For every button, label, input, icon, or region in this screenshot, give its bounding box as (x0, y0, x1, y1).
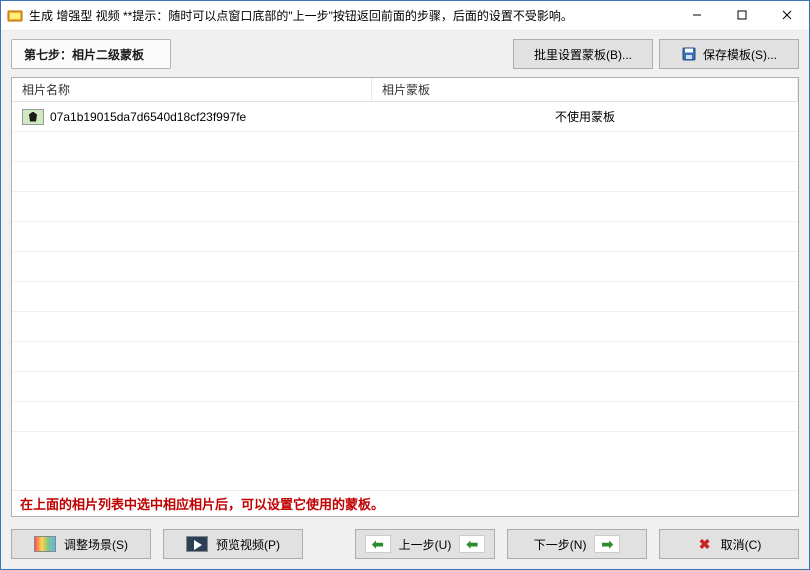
prev-arrow-icon: ⬅ (365, 535, 391, 553)
cancel-label: 取消(C) (721, 536, 762, 553)
preview-video-button[interactable]: 预览视频(P) (163, 529, 303, 559)
photo-list: 相片名称 相片蒙板 07a1b19015da7d6540d18cf23f997f… (12, 78, 798, 490)
window-controls (674, 1, 809, 30)
list-header: 相片名称 相片蒙板 (12, 78, 798, 102)
save-template-button[interactable]: 保存模板(S)... (659, 39, 799, 69)
cancel-x-icon: ✖ (697, 536, 713, 552)
table-row[interactable]: 07a1b19015da7d6540d18cf23f997fe 不使用蒙板 (12, 102, 798, 132)
prev-step-button[interactable]: ⬅ 上一步(U) ⬅ (355, 529, 495, 559)
save-template-label: 保存模板(S)... (703, 46, 777, 63)
next-step-label: 下一步(N) (534, 536, 587, 553)
next-arrow-icon: ➡ (594, 535, 620, 553)
cell-mask: 不使用蒙板 (372, 108, 798, 125)
prev-step-label: 上一步(U) (399, 536, 452, 553)
hint-text: 在上面的相片列表中选中相应相片后，可以设置它使用的蒙板。 (12, 490, 798, 516)
titlebar: 生成 增强型 视频 **提示：随时可以点窗口底部的"上一步"按钮返回前面的步骤，… (1, 1, 809, 31)
close-button[interactable] (764, 1, 809, 29)
col-header-mask[interactable]: 相片蒙板 (372, 78, 798, 101)
top-row: 第七步：相片二级蒙板 批里设置蒙板(B)... 保存模板(S)... (11, 39, 799, 69)
minimize-button[interactable] (674, 1, 719, 29)
cell-name: 07a1b19015da7d6540d18cf23f997fe (12, 109, 372, 125)
content-area: 第七步：相片二级蒙板 批里设置蒙板(B)... 保存模板(S)... 相片名称 … (1, 31, 809, 569)
titlebar-text: 生成 增强型 视频 **提示：随时可以点窗口底部的"上一步"按钮返回前面的步骤，… (29, 7, 674, 24)
adjust-scene-label: 调整场景(S) (64, 536, 128, 553)
batch-mask-label: 批里设置蒙板(B)... (534, 46, 632, 63)
bottom-row: 调整场景(S) 预览视频(P) ⬅ 上一步(U) ⬅ 下一步(N) ➡ ✖ 取消… (11, 525, 799, 559)
photo-thumb-icon (22, 109, 44, 125)
app-icon (7, 8, 23, 24)
maximize-button[interactable] (719, 1, 764, 29)
batch-mask-button[interactable]: 批里设置蒙板(B)... (513, 39, 653, 69)
save-icon (681, 46, 697, 62)
col-header-name[interactable]: 相片名称 (12, 78, 372, 101)
step-title: 第七步：相片二级蒙板 (11, 39, 171, 69)
cancel-button[interactable]: ✖ 取消(C) (659, 529, 799, 559)
prev-arrow-icon-2: ⬅ (459, 535, 485, 553)
adjust-scene-button[interactable]: 调整场景(S) (11, 529, 151, 559)
next-step-button[interactable]: 下一步(N) ➡ (507, 529, 647, 559)
list-body: 07a1b19015da7d6540d18cf23f997fe 不使用蒙板 (12, 102, 798, 490)
photo-mask-value: 不使用蒙板 (555, 108, 615, 125)
scene-icon (34, 536, 56, 552)
app-window: 生成 增强型 视频 **提示：随时可以点窗口底部的"上一步"按钮返回前面的步骤，… (0, 0, 810, 570)
photo-panel: 相片名称 相片蒙板 07a1b19015da7d6540d18cf23f997f… (11, 77, 799, 517)
preview-icon (186, 536, 208, 552)
preview-video-label: 预览视频(P) (216, 536, 280, 553)
photo-name: 07a1b19015da7d6540d18cf23f997fe (50, 110, 246, 124)
